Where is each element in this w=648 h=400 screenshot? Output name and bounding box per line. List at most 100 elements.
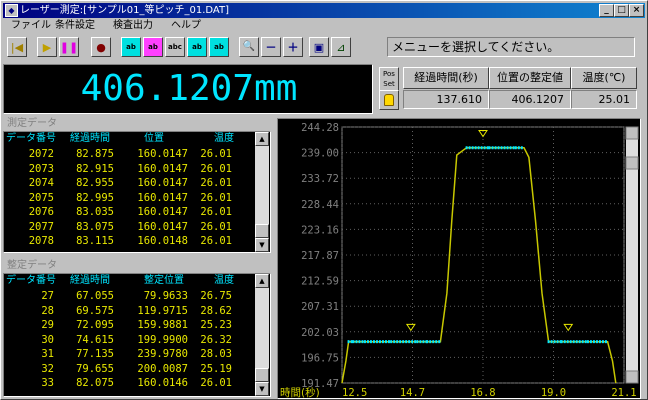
table-row[interactable]: 2073 82.915 160.0147 26.01 — [4, 162, 270, 176]
data-point — [486, 146, 489, 150]
data-point — [514, 146, 517, 150]
table-cell: 2074 — [28, 177, 54, 189]
data-point — [589, 340, 592, 344]
scroll-down-arrow-icon[interactable]: ▼ — [255, 238, 269, 252]
pos-set-button[interactable]: Pos Set — [379, 67, 399, 91]
play-icon[interactable]: ▶ — [37, 37, 57, 57]
column-header[interactable]: 経過時間 — [70, 132, 110, 146]
table-row[interactable]: 31 77.135 239.9780 28.03 — [4, 347, 270, 361]
scroll-up-arrow-icon[interactable]: ▲ — [255, 132, 269, 146]
menu-inspection-output[interactable]: 検査出力 — [113, 19, 153, 33]
data-point — [595, 340, 598, 344]
table-row[interactable]: 33 82.075 160.0146 26.01 — [4, 376, 270, 390]
column-header[interactable]: 整定位置 — [144, 274, 184, 288]
mode4-icon[interactable]: ab — [187, 37, 207, 57]
graph-icon[interactable]: ⊿ — [331, 37, 351, 57]
laser-app-icon[interactable]: ◆ — [5, 4, 18, 17]
table-row[interactable]: 2078 83.115 160.0148 26.01 — [4, 234, 270, 248]
lock-button[interactable] — [379, 90, 399, 110]
table-row[interactable]: 27 67.055 79.9633 26.75 — [4, 289, 270, 303]
mode1-icon[interactable]: ab — [121, 37, 141, 57]
table-cell: 82.995 — [76, 191, 114, 204]
temperature-header[interactable]: 温度(℃) — [571, 67, 637, 89]
table-cell: 26.01 — [200, 191, 232, 204]
zoom-in-icon[interactable]: ＋ — [283, 37, 303, 57]
table-cell: 26.01 — [200, 220, 232, 233]
data-point — [402, 340, 405, 344]
mode3-icon[interactable]: abc — [165, 37, 185, 57]
column-header[interactable]: データ番号 — [6, 274, 56, 288]
settled-panel-title: 整定データ — [7, 260, 57, 271]
table-row[interactable]: 2074 82.955 160.0147 26.01 — [4, 176, 270, 190]
y-tick-label: 207.31 — [301, 301, 339, 313]
settle-marker-icon — [405, 323, 416, 332]
table-cell: 25.19 — [200, 362, 232, 375]
scroll-down-arrow-icon[interactable]: ▼ — [255, 382, 269, 396]
table-cell: 82.875 — [76, 148, 114, 160]
data-point — [358, 340, 361, 344]
x-tick-label: 21.1 — [611, 387, 636, 398]
menu-file[interactable]: ファイル — [11, 19, 51, 33]
table-row[interactable]: 2075 82.995 160.0147 26.01 — [4, 191, 270, 205]
data-point — [352, 340, 355, 344]
camera-icon[interactable]: ▣ — [309, 37, 329, 57]
table-row[interactable]: 2076 83.035 160.0147 26.01 — [4, 205, 270, 219]
table-cell: 32 — [41, 362, 54, 375]
elapsed-header[interactable]: 経過時間(秒) — [403, 67, 489, 89]
column-header[interactable]: 位置 — [144, 132, 164, 146]
elapsed-value: 137.610 — [403, 90, 489, 109]
measured-data-table[interactable]: データ番号 経過時間 位置 温度 2072 82.875 160.0147 26.01 2073… — [3, 131, 271, 253]
settled-data-table[interactable]: データ番号 経過時間 整定位置 温度 27 67.055 79.9633 26.75 28 69.… — [3, 273, 271, 397]
data-point — [575, 340, 578, 344]
table-cell: 2078 — [28, 235, 54, 247]
measured-scrollbar[interactable]: ▲ ▼ — [255, 132, 269, 252]
record-stop-icon[interactable]: ● — [91, 37, 111, 57]
table-row[interactable]: 2077 83.075 160.0147 26.01 — [4, 220, 270, 234]
data-point — [378, 340, 381, 344]
scroll-thumb[interactable] — [255, 224, 269, 238]
column-header[interactable]: データ番号 — [6, 132, 56, 146]
table-cell: 160.0147 — [137, 177, 188, 189]
data-point — [396, 340, 399, 344]
table-cell: 160.0146 — [137, 377, 188, 389]
scroll-thumb[interactable] — [255, 368, 269, 382]
position-chart[interactable]: 244.28 239.00 233.72 228.44 223.16 217.87 212.… — [277, 118, 641, 399]
column-header[interactable]: 温度 — [214, 274, 234, 288]
minimize-button[interactable]: _ — [599, 4, 614, 17]
table-row[interactable]: 28 69.575 119.9715 28.62 — [4, 304, 270, 318]
status-message: メニューを選択してください。 — [387, 37, 635, 57]
zoom-icon[interactable]: 🔍 — [239, 37, 259, 57]
table-cell: 25.23 — [200, 319, 232, 331]
settled-scrollbar[interactable]: ▲ ▼ — [255, 274, 269, 396]
data-point — [563, 340, 566, 344]
table-row[interactable]: 2072 82.875 160.0147 26.01 — [4, 147, 270, 161]
mode5-icon[interactable]: ab — [209, 37, 229, 57]
pause-icon[interactable]: ❚❚ — [59, 37, 79, 57]
table-cell: 159.9881 — [137, 319, 188, 331]
menu-help[interactable]: ヘルプ — [171, 19, 201, 33]
maximize-button[interactable]: □ — [614, 4, 629, 17]
scroll-up-arrow-icon[interactable]: ▲ — [255, 274, 269, 288]
table-row[interactable]: 32 79.655 200.0087 25.19 — [4, 362, 270, 376]
mode2-icon[interactable]: ab — [143, 37, 163, 57]
column-header[interactable]: 温度 — [214, 132, 234, 146]
data-point — [586, 340, 589, 344]
table-cell: 26.01 — [200, 148, 232, 160]
y-tick-label: 239.00 — [301, 148, 339, 160]
rewind-icon[interactable]: |◀ — [7, 37, 27, 57]
data-point — [387, 340, 390, 344]
title-bar[interactable]: ◆ レーザー測定:[サンプル01_等ピッチ_01.DAT] _ □ × — [3, 3, 645, 18]
zoom-out-icon[interactable]: － — [261, 37, 281, 57]
data-point — [422, 340, 425, 344]
y-tick-label: 228.44 — [301, 199, 339, 211]
menu-conditions[interactable]: 条件設定 — [55, 19, 95, 33]
data-point — [601, 340, 604, 344]
x-axis-label: 時間(秒) — [280, 386, 320, 398]
data-point — [432, 340, 435, 344]
column-header[interactable]: 経過時間 — [70, 274, 110, 288]
settled-header[interactable]: 位置の整定値 — [489, 67, 571, 89]
close-button[interactable]: × — [629, 4, 644, 17]
table-row[interactable]: 30 74.615 199.9900 26.32 — [4, 333, 270, 347]
x-tick-label: 14.7 — [400, 387, 425, 398]
table-row[interactable]: 29 72.095 159.9881 25.23 — [4, 318, 270, 332]
